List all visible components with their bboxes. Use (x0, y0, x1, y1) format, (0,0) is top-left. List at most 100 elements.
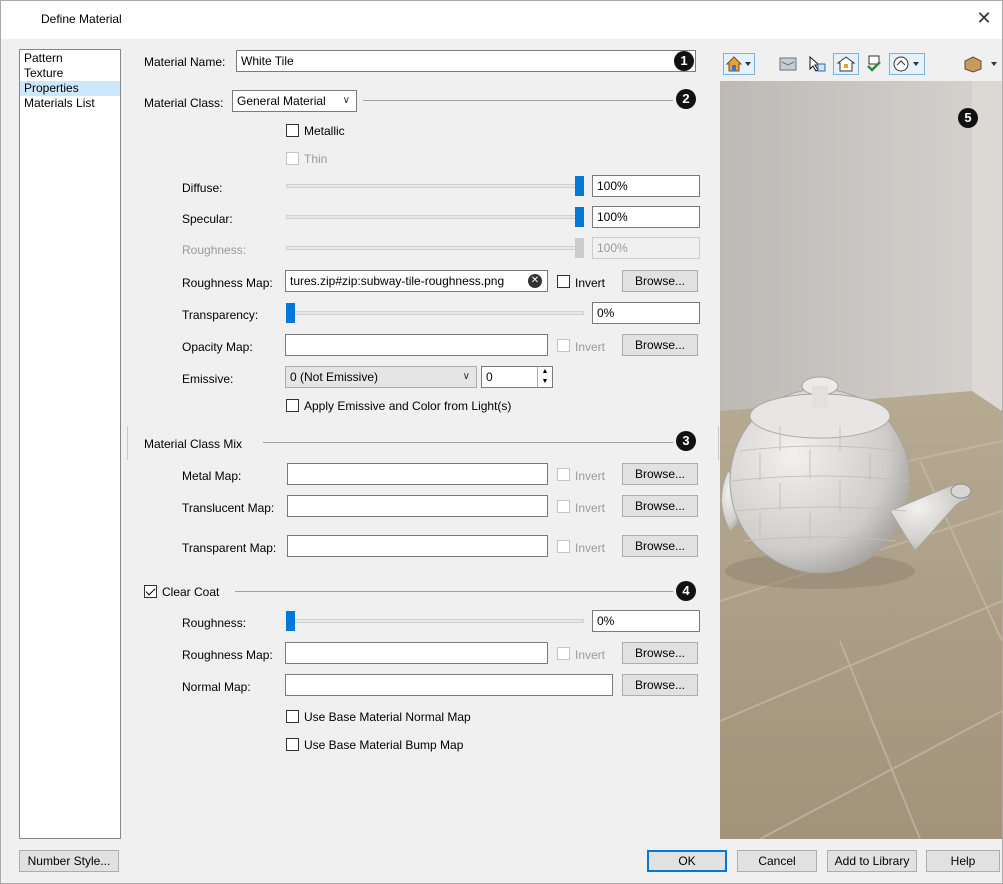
diffuse-label: Diffuse: (182, 181, 223, 195)
translucent-map-input[interactable] (287, 495, 548, 517)
metallic-checkbox[interactable] (286, 124, 299, 137)
emissive-select[interactable]: 0 (Not Emissive) ∨ (285, 366, 477, 388)
emissive-label: Emissive: (182, 372, 234, 386)
specular-label: Specular: (182, 212, 233, 226)
callout-5: 5 (958, 108, 978, 128)
define-material-dialog: Define Material ✕ Pattern Texture Proper… (0, 0, 1003, 884)
clear-coat-roughness-slider-track[interactable] (286, 619, 584, 623)
opacity-map-input[interactable] (285, 334, 548, 356)
roughness-label: Roughness: (182, 243, 247, 257)
diffuse-slider-thumb[interactable] (575, 176, 584, 196)
roughness-map-invert-checkbox[interactable] (557, 275, 570, 288)
house-view-icon[interactable] (723, 53, 755, 75)
roughness-map-label: Roughness Map: (182, 276, 273, 290)
add-to-library-button[interactable]: Add to Library (827, 850, 917, 872)
specular-slider-track[interactable] (286, 215, 584, 219)
nav-item-properties[interactable]: Properties (20, 81, 120, 96)
translucent-map-browse-button[interactable]: Browse... (622, 495, 698, 517)
spin-down-icon[interactable]: ▼ (538, 377, 552, 387)
clear-coat-roughness-map-label: Roughness Map: (182, 648, 273, 662)
normal-map-label: Normal Map: (182, 680, 251, 694)
splitter-left[interactable] (127, 426, 128, 460)
help-button[interactable]: Help (926, 850, 1000, 872)
clear-icon[interactable]: ✕ (528, 274, 542, 288)
nav-item-pattern[interactable]: Pattern (20, 51, 120, 66)
callout-2: 2 (676, 89, 696, 109)
translucent-map-invert-checkbox[interactable] (557, 500, 570, 513)
use-base-bump-label: Use Base Material Bump Map (304, 738, 464, 752)
separator (235, 591, 673, 592)
thin-label: Thin (304, 152, 328, 166)
number-style-button[interactable]: Number Style... (19, 850, 119, 872)
diffuse-input[interactable]: 100% (592, 175, 700, 197)
opacity-map-browse-button[interactable]: Browse... (622, 334, 698, 356)
transparency-input[interactable]: 0% (592, 302, 700, 324)
metal-map-browse-button[interactable]: Browse... (622, 463, 698, 485)
nav-item-materials-list[interactable]: Materials List (20, 96, 120, 111)
roughness-input[interactable]: 100% (592, 237, 700, 259)
diffuse-slider-track[interactable] (286, 184, 584, 188)
specular-input[interactable]: 100% (592, 206, 700, 228)
roughness-slider-track[interactable] (286, 246, 584, 250)
roughness-slider-thumb[interactable] (575, 238, 584, 258)
material-name-input[interactable]: White Tile (236, 50, 696, 72)
transparent-map-input[interactable] (287, 535, 548, 557)
roughness-map-browse-button[interactable]: Browse... (622, 270, 698, 292)
roughness-map-input[interactable]: tures.zip#zip:subway-tile-roughness.png (285, 270, 548, 292)
transparent-map-label: Transparent Map: (182, 541, 277, 555)
transparency-label: Transparency: (182, 308, 259, 322)
apply-emissive-checkbox[interactable] (286, 399, 299, 412)
page-list: Pattern Texture Properties Materials Lis… (19, 49, 121, 839)
transparency-slider-track[interactable] (286, 311, 584, 315)
metallic-label: Metallic (304, 124, 345, 138)
metal-map-invert-checkbox[interactable] (557, 468, 570, 481)
title-bar: Define Material ✕ (1, 1, 1002, 39)
roughness-map-value: tures.zip#zip:subway-tile-roughness.png (290, 274, 505, 288)
clear-coat-label: Clear Coat (162, 585, 220, 599)
cancel-button[interactable]: Cancel (737, 850, 817, 872)
thin-checkbox[interactable] (286, 152, 299, 165)
spin-up-icon[interactable]: ▲ (538, 367, 552, 377)
material-class-select[interactable]: General Material ∨ (232, 90, 357, 112)
class-mix-heading: Material Class Mix (144, 437, 243, 451)
ok-button[interactable]: OK (647, 850, 727, 872)
specular-slider-thumb[interactable] (575, 207, 584, 227)
normal-map-input[interactable] (285, 674, 613, 696)
separator (363, 100, 673, 101)
clear-coat-roughness-map-browse-button[interactable]: Browse... (622, 642, 698, 664)
separator (263, 442, 673, 443)
clear-coat-roughness-input[interactable]: 0% (592, 610, 700, 632)
clear-coat-roughness-label: Roughness: (182, 616, 247, 630)
callout-3: 3 (676, 431, 696, 451)
splitter-right[interactable] (718, 426, 719, 460)
nav-item-texture[interactable]: Texture (20, 66, 120, 81)
spin-buttons[interactable]: ▲ ▼ (537, 367, 552, 387)
transparent-map-invert-checkbox[interactable] (557, 540, 570, 553)
roughness-map-invert-label: Invert (575, 276, 606, 290)
apply-emissive-label: Apply Emissive and Color from Light(s) (304, 399, 512, 413)
close-icon[interactable]: ✕ (972, 7, 996, 31)
opacity-map-label: Opacity Map: (182, 340, 253, 354)
use-base-normal-checkbox[interactable] (286, 710, 299, 723)
transparent-map-browse-button[interactable]: Browse... (622, 535, 698, 557)
material-class-label: Material Class: (144, 96, 224, 110)
material-preview[interactable]: 5 (720, 81, 1002, 839)
shape-icon[interactable] (889, 53, 925, 75)
camera-icon[interactable] (833, 53, 859, 75)
material-icon[interactable] (961, 53, 1001, 75)
metal-map-label: Metal Map: (182, 469, 242, 483)
transparency-slider-thumb[interactable] (286, 303, 295, 323)
clear-coat-roughness-slider-thumb[interactable] (286, 611, 295, 631)
select-objects-icon[interactable] (804, 53, 830, 75)
metal-map-input[interactable] (287, 463, 548, 485)
clear-coat-roughness-map-invert-checkbox[interactable] (557, 647, 570, 660)
use-base-bump-checkbox[interactable] (286, 738, 299, 751)
clear-coat-roughness-map-input[interactable] (285, 642, 548, 664)
opacity-map-invert-checkbox[interactable] (557, 339, 570, 352)
clear-coat-checkbox[interactable] (144, 585, 157, 598)
normal-map-browse-button[interactable]: Browse... (622, 674, 698, 696)
layers-icon[interactable] (775, 53, 801, 75)
emissive-value: 0 (Not Emissive) (290, 370, 379, 384)
chevron-down-icon: ∨ (462, 371, 470, 382)
check-icon[interactable] (861, 53, 887, 75)
